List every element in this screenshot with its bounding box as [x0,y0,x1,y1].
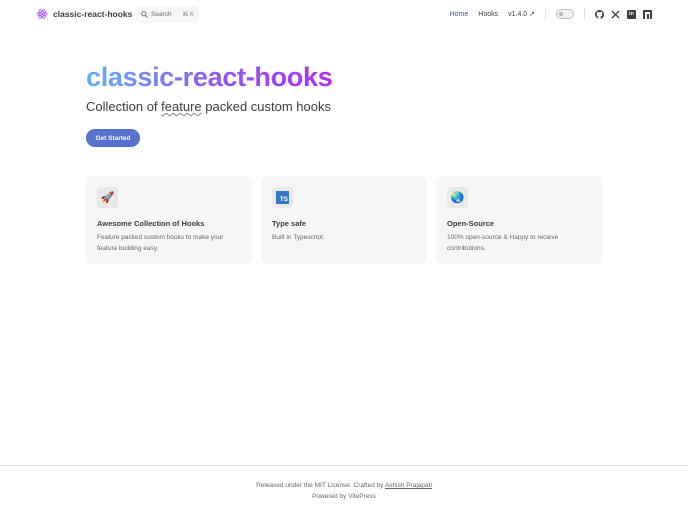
feature-card: 🌏 Open-Source 100% open-source & Happy t… [436,176,602,264]
search-icon [141,11,148,18]
tagline-text: Collection of [86,99,162,114]
powered-by: Powered by VitePress [312,493,376,500]
license-text: Released under the MIT License. Crafted … [256,482,385,489]
feature-description: Feature packed custom hooks to make your… [97,234,224,252]
hero-tagline: Collection of feature packed custom hook… [86,99,331,114]
navbar: classic-react-hooks Search ⌘ K Home Hook… [0,0,688,30]
search-label: Search [151,11,172,18]
x-icon[interactable] [611,9,620,19]
hero-title: classic-react-hooks [86,62,333,92]
search-button[interactable]: Search ⌘ K [136,6,199,23]
nav-link-hooks[interactable]: Hooks [478,11,498,18]
feature-card: 🚀 Awesome Collection of Hooks Feature pa… [86,176,252,264]
divider [545,8,546,20]
react-logo-icon [36,9,48,19]
feature-description: 100% open-source & Happy to recieve cont… [447,234,559,252]
ts-badge: TS [276,191,289,204]
footer: Released under the MIT License. Crafted … [0,465,688,512]
feature-card: TS Type safe Built in Typescript. [261,176,427,264]
appearance-toggle[interactable] [556,9,574,19]
nav-link-home[interactable]: Home [450,11,469,18]
feature-title: Type safe [272,219,307,228]
brand-name: classic-react-hooks [53,9,133,19]
author-link[interactable]: Ashish Prajapati [385,482,432,489]
rocket-icon: 🚀 [97,187,118,208]
linkedin-icon[interactable]: in [627,9,636,19]
brand-link[interactable]: classic-react-hooks [36,8,132,20]
divider [584,8,585,20]
get-started-button[interactable]: Get Started [86,129,140,147]
search-shortcut: ⌘ K [182,12,194,18]
feature-title: Awesome Collection of Hooks [97,219,205,228]
feature-description: Built in Typescript. [272,234,325,241]
github-icon[interactable] [594,9,605,19]
tagline-text: packed custom hooks [201,99,331,114]
feature-title: Open-Source [447,219,495,228]
nav-link-version[interactable]: v1.4.0 ↗ [508,10,535,18]
footer-message: Released under the MIT License. Crafted … [0,482,688,489]
globe-icon: 🌏 [447,187,468,208]
typescript-icon: TS [272,187,293,208]
npm-icon[interactable] [643,9,652,19]
tagline-highlight: feature [161,99,202,114]
